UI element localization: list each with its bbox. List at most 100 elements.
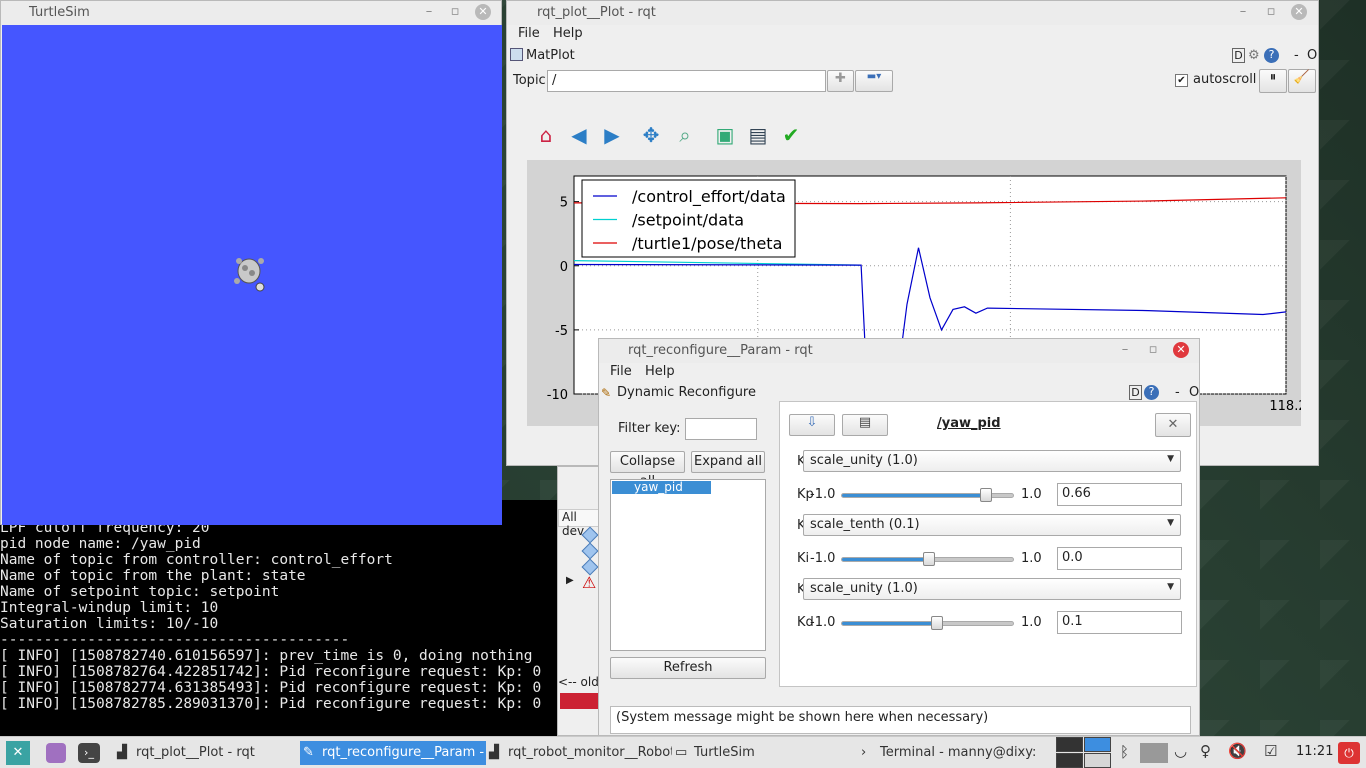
dock-d-button[interactable]: D <box>1232 48 1245 63</box>
window-icon: ▭ <box>675 745 688 760</box>
save-icon[interactable]: ▤ <box>745 122 771 148</box>
param-value-input[interactable]: 0.0 <box>1057 547 1182 570</box>
older-button[interactable]: <-- old <box>558 675 600 691</box>
warning-icon: ⚠ <box>582 573 597 592</box>
minimize-icon[interactable]: – <box>1235 4 1251 20</box>
zoom-icon[interactable]: ⌕ <box>672 122 698 148</box>
forward-icon[interactable]: ▶ <box>599 122 625 148</box>
help-icon[interactable]: ? <box>1264 48 1279 63</box>
plugin-title: MatPlot <box>526 48 575 63</box>
menu-help[interactable]: Help <box>553 26 583 41</box>
clipboard-icon[interactable]: ☑ <box>1264 742 1277 760</box>
remove-topic-button[interactable]: ▬▾ <box>855 70 893 92</box>
param-slider[interactable] <box>841 616 1014 630</box>
power-icon[interactable]: ⏻ <box>1338 742 1360 764</box>
turtlesim-window[interactable]: TurtleSim – ▫ ✕ <box>0 0 502 525</box>
plugin-minimize-button[interactable]: - <box>1175 385 1180 400</box>
turtlesim-titlebar[interactable]: TurtleSim – ▫ ✕ <box>1 1 501 25</box>
load-button[interactable]: ⇩ <box>789 414 835 436</box>
clear-button[interactable]: 🧹 <box>1288 69 1316 93</box>
save-button[interactable]: ▤ <box>842 414 888 436</box>
taskbar-item[interactable]: ▭ TurtleSim <box>672 741 842 765</box>
maximize-icon[interactable]: ▫ <box>1145 342 1161 358</box>
minimize-icon[interactable]: – <box>421 4 437 20</box>
pan-icon[interactable]: ✥ <box>638 122 664 148</box>
terminal-window[interactable]: LPF cutoff frequency: 20 pid node name: /… <box>0 500 560 736</box>
scale-dropdown-value: scale_tenth (0.1) <box>810 517 920 532</box>
close-node-button[interactable]: ✕ <box>1155 413 1191 437</box>
close-icon[interactable]: ✕ <box>1173 342 1189 358</box>
slider-handle[interactable] <box>922 552 935 566</box>
battery-icon[interactable] <box>1140 743 1168 763</box>
subplots-icon[interactable]: ▣ <box>712 122 738 148</box>
filter-label: Filter key: <box>618 421 681 436</box>
pause-button[interactable]: ⏸ <box>1259 69 1287 93</box>
taskbar-item[interactable]: ✎ rqt_reconfigure__Param - r... <box>300 741 486 765</box>
app-launcher-icon[interactable] <box>46 743 66 763</box>
plot-titlebar[interactable]: rqt_plot__Plot - rqt – ▫ ✕ <box>507 1 1318 25</box>
expand-all-button[interactable]: Expand all <box>691 451 765 473</box>
param-min: -1.0 <box>810 487 836 502</box>
bluetooth-icon[interactable]: ᛒ <box>1120 743 1129 761</box>
y-tick-label: 5 <box>560 196 568 211</box>
param-max: 1.0 <box>1021 551 1042 566</box>
scale-dropdown[interactable]: scale_tenth (0.1) ▼ <box>803 514 1181 536</box>
scale-dropdown[interactable]: scale_unity (1.0) ▼ <box>803 450 1181 472</box>
filter-input[interactable] <box>685 418 757 440</box>
dock-d-button[interactable]: D <box>1129 385 1142 400</box>
menu-file[interactable]: File <box>518 26 540 41</box>
menu-file[interactable]: File <box>610 364 632 379</box>
taskbar-item[interactable]: ▟ rqt_plot__Plot - rqt <box>114 741 294 765</box>
maximize-icon[interactable]: ▫ <box>1263 4 1279 20</box>
gear-icon[interactable]: ⚙ <box>1248 48 1260 63</box>
terminal-launcher-icon[interactable]: ›_ <box>78 743 100 763</box>
timeline-bar[interactable] <box>560 693 598 709</box>
edit-icon: ✎ <box>601 386 612 400</box>
param-max: 1.0 <box>1021 487 1042 502</box>
close-icon[interactable]: ✕ <box>1291 4 1307 20</box>
plugin-close-button[interactable]: O <box>1307 48 1317 63</box>
home-icon[interactable]: ⌂ <box>533 122 559 148</box>
refresh-button[interactable]: Refresh <box>610 657 766 679</box>
minimize-icon[interactable]: – <box>1117 342 1133 358</box>
tree-item[interactable]: yaw_pid <box>612 481 711 494</box>
brightness-icon[interactable]: ♀ <box>1200 742 1211 760</box>
back-icon[interactable]: ◀ <box>566 122 592 148</box>
autoscroll-checkbox[interactable]: ✔ <box>1175 74 1188 87</box>
workspace-switcher[interactable] <box>1056 737 1112 768</box>
save-icon: ▤ <box>858 415 872 430</box>
menu-help[interactable]: Help <box>645 364 675 379</box>
clock[interactable]: 11:21 <box>1296 744 1333 759</box>
taskbar-item[interactable]: ▟ rqt_robot_monitor__Robot... <box>486 741 672 765</box>
help-icon[interactable]: ? <box>1144 385 1159 400</box>
volume-mute-icon[interactable]: 🔇 <box>1228 742 1247 760</box>
param-value-input[interactable]: 0.1 <box>1057 611 1182 634</box>
check-icon[interactable]: ✔ <box>778 122 804 148</box>
legend-label: /control_effort/data <box>632 187 786 207</box>
node-title: /yaw_pid <box>937 416 1001 431</box>
plugin-close-button[interactable]: O <box>1189 385 1199 400</box>
wifi-icon[interactable]: ◡ <box>1174 742 1187 760</box>
expand-arrow-icon[interactable]: ▶ <box>566 575 574 586</box>
scale-dropdown[interactable]: scale_unity (1.0) ▼ <box>803 578 1181 600</box>
slider-handle[interactable] <box>931 616 944 630</box>
maximize-icon[interactable]: ▫ <box>447 4 463 20</box>
plugin-minimize-button[interactable]: - <box>1294 48 1299 63</box>
terminal-line: Name of topic from controller: control_e… <box>0 552 393 568</box>
robot-monitor-window[interactable]: All dev ▶ ⚠ <-- old <box>557 466 600 736</box>
taskbar-item-label: TurtleSim <box>694 745 755 760</box>
topic-input[interactable]: / <box>547 70 826 92</box>
add-topic-button[interactable]: ✚ <box>827 70 854 92</box>
reconfigure-titlebar[interactable]: rqt_reconfigure__Param - rqt – ▫ ✕ <box>599 339 1199 363</box>
close-icon[interactable]: ✕ <box>475 4 491 20</box>
start-menu-icon[interactable]: ✕ <box>6 741 30 765</box>
node-tree[interactable]: yaw_pid <box>610 479 766 651</box>
param-value-input[interactable]: 0.66 <box>1057 483 1182 506</box>
param-slider[interactable] <box>841 488 1014 502</box>
taskbar-item[interactable]: › Terminal - manny@dixy: ~ <box>858 741 1038 765</box>
collapse-all-button[interactable]: Collapse all <box>610 451 685 489</box>
reconfigure-window[interactable]: rqt_reconfigure__Param - rqt – ▫ ✕ File … <box>598 338 1200 736</box>
slider-handle[interactable] <box>979 488 992 502</box>
param-slider[interactable] <box>841 552 1014 566</box>
all-devices-header[interactable]: All dev <box>558 509 600 538</box>
